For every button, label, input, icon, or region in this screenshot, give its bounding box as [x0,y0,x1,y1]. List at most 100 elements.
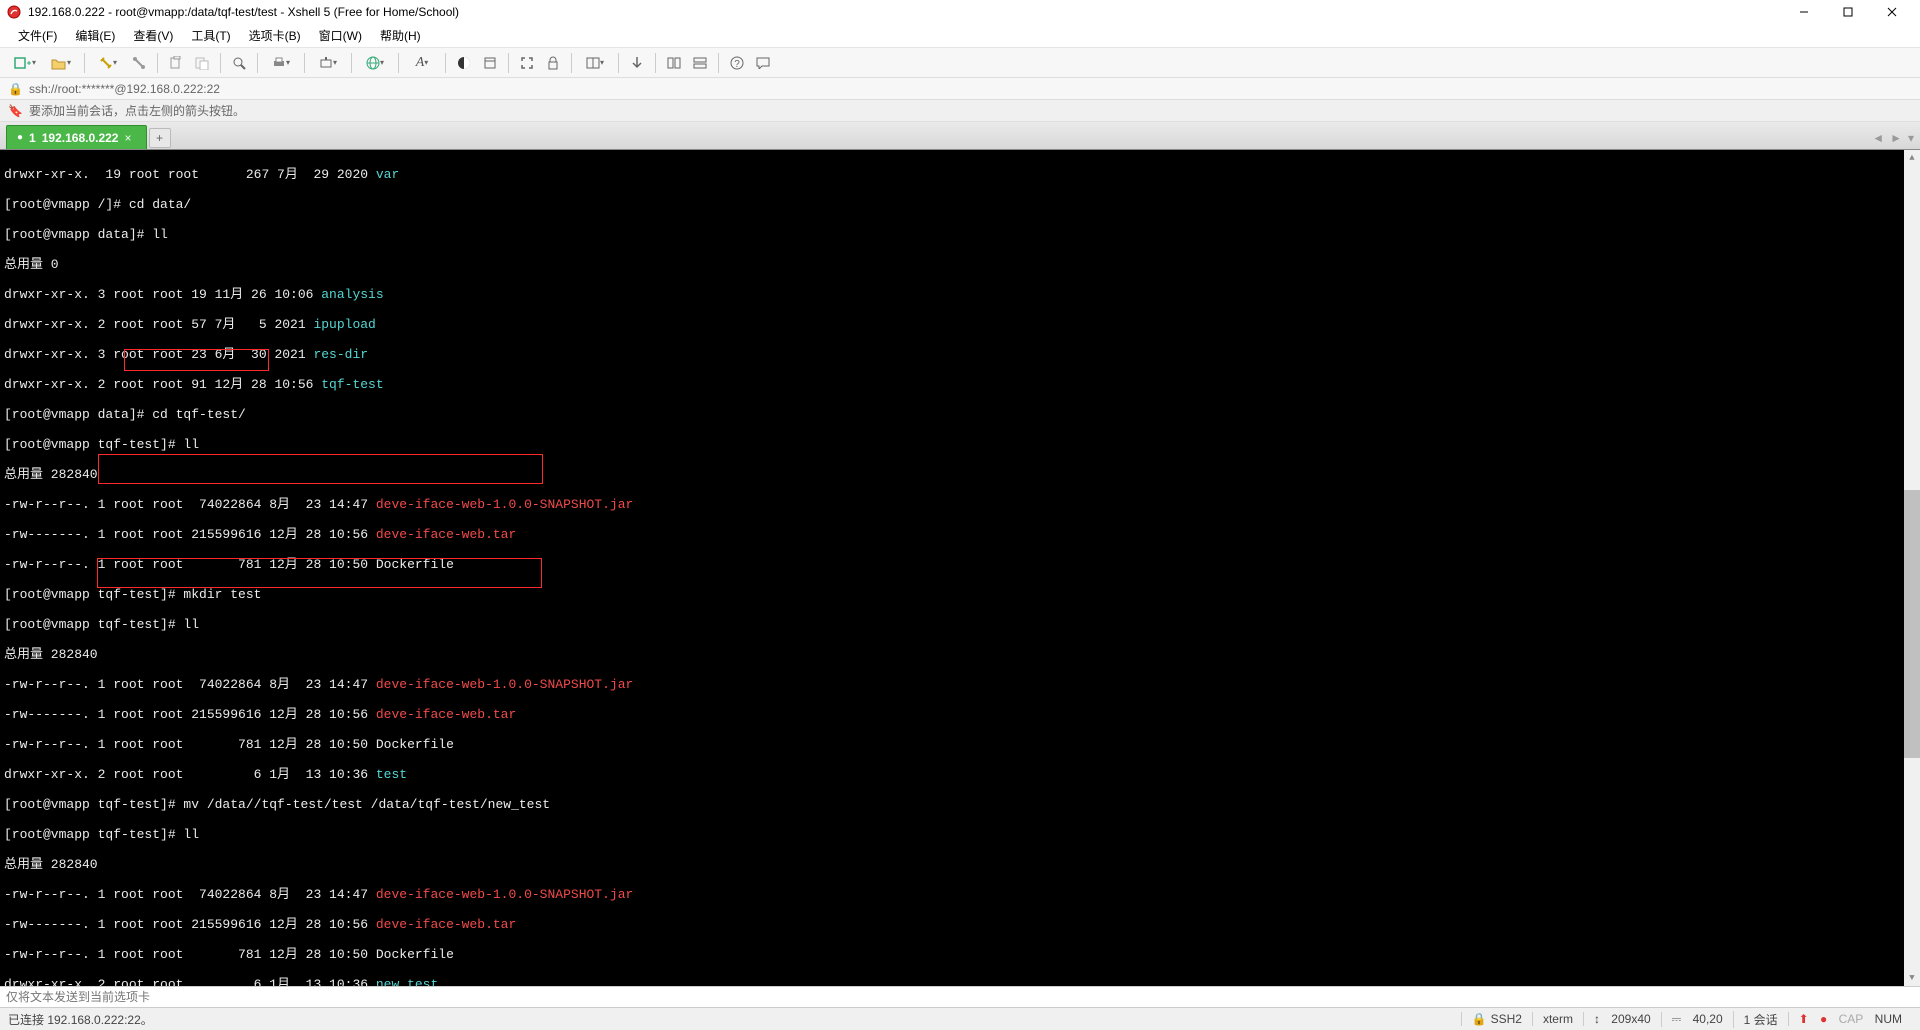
file-name: deve-iface-web-1.0.0-SNAPSHOT.jar [376,887,633,902]
terminal[interactable]: drwxr-xr-x. 19 root root 267 7月 29 2020 … [0,150,1920,986]
status-size: ↕ 209x40 [1583,1012,1661,1026]
menu-view[interactable]: 查看(V) [125,25,181,46]
dir-name: new_test [376,977,438,986]
tile-vertical-button[interactable] [688,51,712,75]
properties-button[interactable] [478,51,502,75]
term-line: [root@vmapp tqf-test]# ll [4,617,1916,632]
scrollbar-down-icon[interactable]: ▼ [1904,970,1920,986]
add-tab-button[interactable]: + [149,128,171,148]
disconnect-button[interactable] [127,51,151,75]
compose-input[interactable] [6,990,1914,1004]
color-scheme-button[interactable] [452,51,476,75]
menu-window[interactable]: 窗口(W) [311,25,370,46]
term-line: 总用量 282840 [4,467,1916,482]
reconnect-button[interactable]: ▾ [91,51,125,75]
paste-button[interactable] [190,51,214,75]
menu-tools[interactable]: 工具(T) [183,25,238,46]
dir-name: ipupload [313,317,375,332]
close-button[interactable] [1870,0,1914,24]
toolbar-separator [571,53,572,73]
new-session-button[interactable]: ▾ [8,51,42,75]
toolbar: ▾ ▾ ▾ ▾ ▾ ▾ A▾ ▾ ? [0,48,1920,78]
bookmark-icon[interactable]: 🔖 [8,104,23,118]
tab-next-icon[interactable]: ► [1890,131,1902,145]
open-session-button[interactable]: ▾ [44,51,78,75]
term-line: [root@vmapp data]# cd tqf-test/ [4,407,1916,422]
term-line: 总用量 282840 [4,647,1916,662]
term-line: -rw-------. 1 root root 215599616 12月 28… [4,707,376,722]
tab-close-icon[interactable]: × [124,131,131,145]
chat-button[interactable] [751,51,775,75]
tab-index: 1 [29,131,36,145]
toolbar-separator [351,53,352,73]
file-name: deve-iface-web.tar [376,527,516,542]
cursor-pos-icon: ⎓ [1672,1012,1682,1027]
rec-icon: ⬆ [1799,1012,1809,1026]
status-sessions: 1 会话 [1733,1011,1788,1028]
lock-icon: 🔒 [8,82,23,96]
tab-prev-icon[interactable]: ◄ [1872,131,1884,145]
term-line: [root@vmapp /]# cd data/ [4,197,1916,212]
term-line: -rw-r--r--. 1 root root 74022864 8月 23 1… [4,677,376,692]
hint-text: 要添加当前会话，点击左侧的箭头按钮。 [29,102,245,119]
toolbar-separator [655,53,656,73]
scrollbar-up-icon[interactable]: ▲ [1904,150,1920,166]
fullscreen-button[interactable] [515,51,539,75]
term-line: 总用量 282840 [4,857,1916,872]
help-button[interactable]: ? [725,51,749,75]
tab-label: 192.168.0.222 [42,131,119,145]
compose-bar [0,986,1920,1008]
file-name: deve-iface-web.tar [376,707,516,722]
term-line: -rw-r--r--. 1 root root 74022864 8月 23 1… [4,887,376,902]
transfer-button[interactable]: ▾ [311,51,345,75]
dir-name: tqf-test [321,377,383,392]
toolbar-separator [157,53,158,73]
status-cursor-pos: ⎓ 40,20 [1661,1012,1733,1027]
toolbar-separator [304,53,305,73]
menu-file[interactable]: 文件(F) [10,25,65,46]
maximize-button[interactable] [1826,0,1870,24]
term-line: drwxr-xr-x. 19 root root 267 7月 29 2020 [4,167,376,182]
menu-edit[interactable]: 编辑(E) [67,25,123,46]
term-line: drwxr-xr-x. 3 root root 19 11月 26 10:06 [4,287,321,302]
file-name: deve-iface-web-1.0.0-SNAPSHOT.jar [376,497,633,512]
svg-text:?: ? [734,59,740,70]
toolbar-separator [508,53,509,73]
status-indicators: ⬆ ● CAP NUM [1788,1012,1912,1026]
toolbar-separator [257,53,258,73]
hint-bar: 🔖 要添加当前会话，点击左侧的箭头按钮。 [0,100,1920,122]
menu-help[interactable]: 帮助(H) [372,25,429,46]
toolbar-separator [398,53,399,73]
globe-button[interactable]: ▾ [358,51,392,75]
tile-horizontal-button[interactable] [662,51,686,75]
status-connection: 已连接 192.168.0.222:22。 [8,1011,153,1028]
layout-button[interactable]: ▾ [578,51,612,75]
find-button[interactable] [227,51,251,75]
lock-button[interactable] [541,51,565,75]
copy-button[interactable] [164,51,188,75]
tab-strip: ● 1 192.168.0.222 × + ◄ ► ▾ [0,122,1920,150]
minimize-button[interactable] [1782,0,1826,24]
menu-tabs[interactable]: 选项卡(B) [241,25,309,46]
scrollbar-thumb[interactable] [1904,490,1920,758]
status-bar: 已连接 192.168.0.222:22。 🔒SSH2 xterm ↕ 209x… [0,1008,1920,1030]
term-line: -rw-r--r--. 1 root root 781 12月 28 10:50… [4,737,1916,752]
tab-menu-icon[interactable]: ▾ [1908,131,1914,145]
resize-icon: ↕ [1594,1012,1600,1026]
font-button[interactable]: A▾ [405,51,439,75]
lock-icon: 🔒 [1472,1012,1487,1026]
term-line: [root@vmapp tqf-test]# ll [4,827,1916,842]
term-line: -rw-------. 1 root root 215599616 12月 28… [4,527,376,542]
term-line: drwxr-xr-x. 2 root root 6 1月 13 10:36 [4,767,376,782]
status-term: xterm [1532,1012,1583,1026]
session-tab[interactable]: ● 1 192.168.0.222 × [6,125,147,149]
address-text[interactable]: ssh://root:*******@192.168.0.222:22 [29,82,220,96]
arrow-down-button[interactable] [625,51,649,75]
dir-name: res-dir [313,347,368,362]
term-line: -rw-------. 1 root root 215599616 12月 28… [4,917,376,932]
toolbar-separator [84,53,85,73]
title-bar: 192.168.0.222 - root@vmapp:/data/tqf-tes… [0,0,1920,24]
term-line: [root@vmapp tqf-test]# mkdir test [4,587,1916,602]
print-button[interactable]: ▾ [264,51,298,75]
dir-name: analysis [321,287,383,302]
